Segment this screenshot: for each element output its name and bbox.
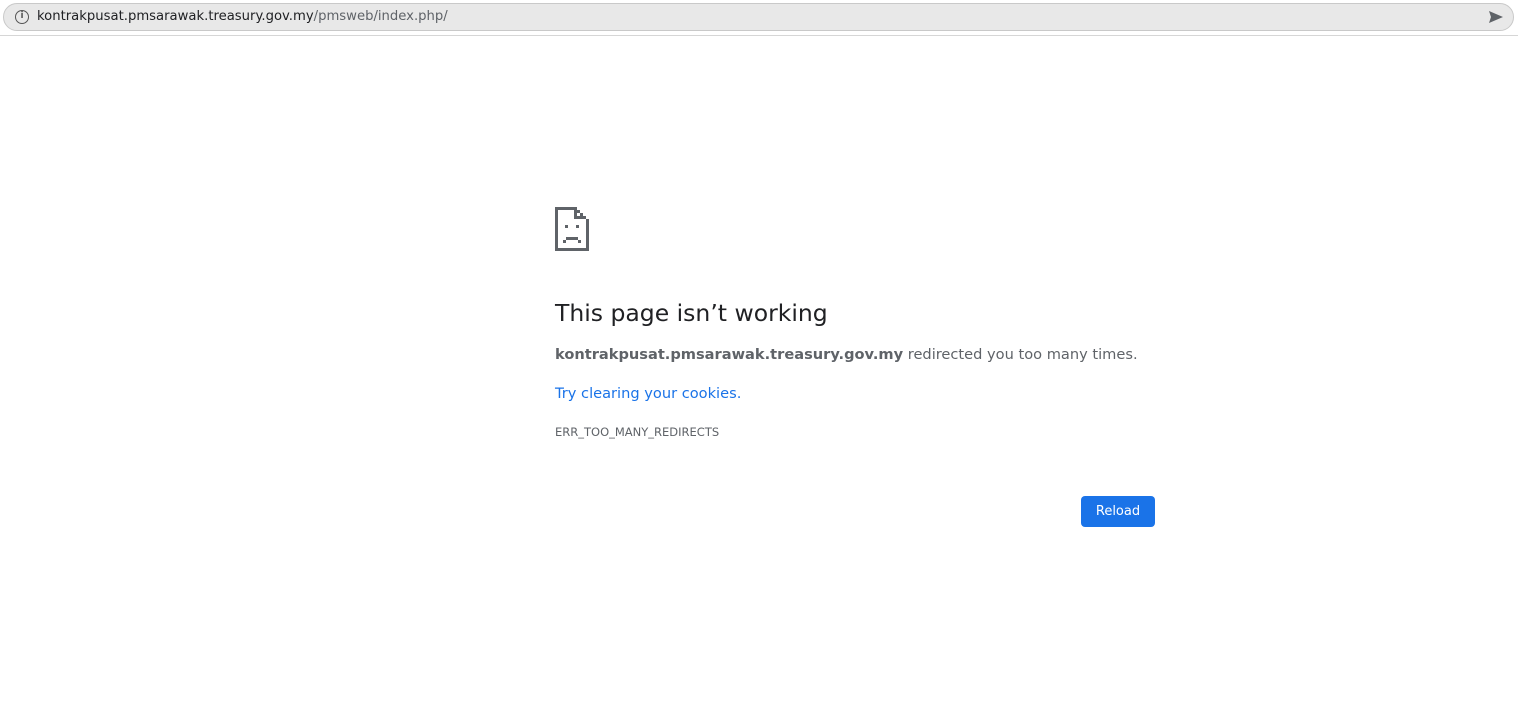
reload-button[interactable]: Reload	[1081, 496, 1155, 527]
suggestion-suffix: .	[736, 385, 742, 402]
summary-text: redirected you too many times.	[903, 346, 1138, 363]
suggestion: Try clearing your cookies.	[555, 384, 741, 404]
url-text[interactable]: kontrakpusat.pmsarawak.treasury.gov.my/p…	[37, 4, 448, 30]
sad-page-icon	[555, 207, 589, 251]
error-summary: kontrakpusat.pmsarawak.treasury.gov.my r…	[555, 345, 1138, 365]
info-icon[interactable]: i	[15, 10, 29, 24]
summary-host: kontrakpusat.pmsarawak.treasury.gov.my	[555, 346, 904, 363]
clear-cookies-link[interactable]: Try clearing your cookies	[555, 385, 737, 402]
error-heading: This page isn’t working	[555, 299, 828, 327]
send-arrow-icon[interactable]	[1488, 10, 1504, 24]
browser-toolbar: i kontrakpusat.pmsarawak.treasury.gov.my…	[0, 0, 1518, 36]
url-host: kontrakpusat.pmsarawak.treasury.gov.my	[37, 9, 314, 24]
error-code: ERR_TOO_MANY_REDIRECTS	[555, 425, 720, 439]
address-bar[interactable]: i kontrakpusat.pmsarawak.treasury.gov.my…	[3, 3, 1514, 31]
url-path: /pmsweb/index.php/	[313, 9, 448, 24]
